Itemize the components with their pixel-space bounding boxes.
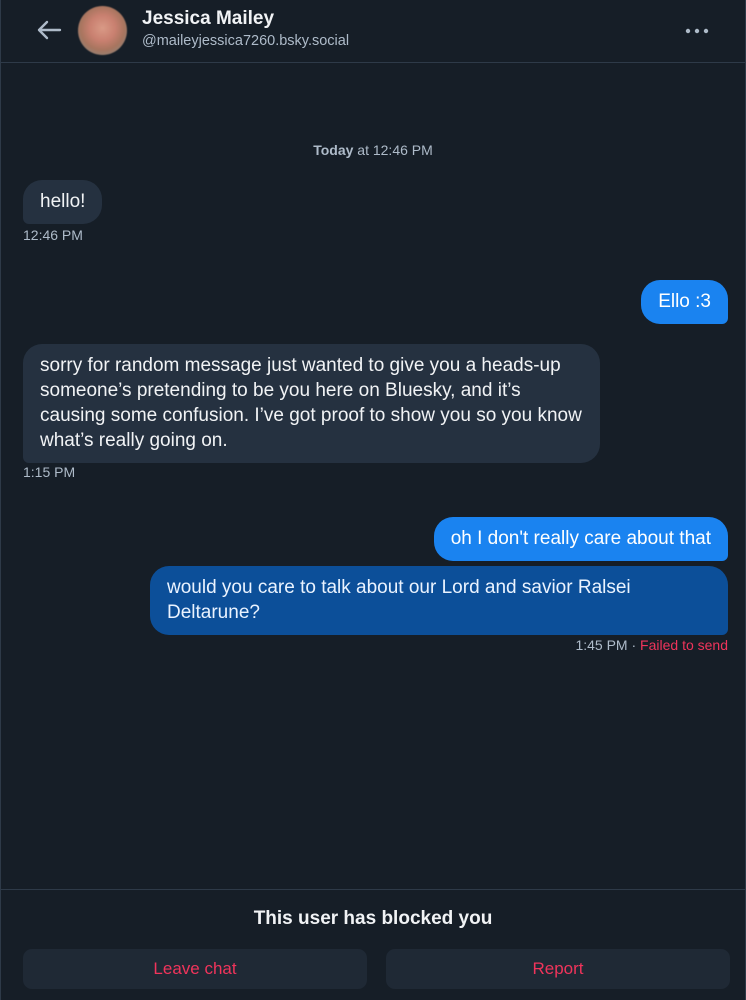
- contact-handle: @maileyjessica7260.bsky.social: [142, 33, 350, 49]
- avatar[interactable]: [78, 6, 127, 55]
- message-bubble-outgoing[interactable]: Ello :3: [641, 280, 728, 324]
- report-button[interactable]: Report: [386, 949, 730, 989]
- message-bubble-failed[interactable]: would you care to talk about our Lord an…: [150, 566, 728, 635]
- date-separator-day: Today: [313, 142, 354, 158]
- status-separator: ·: [627, 637, 641, 653]
- arrow-left-icon: [37, 20, 62, 40]
- message-timestamp: 1:15 PM: [23, 464, 76, 480]
- message-bubble-outgoing[interactable]: oh I don't really care about that: [433, 517, 728, 561]
- message-timestamp: 12:46 PM: [23, 227, 83, 243]
- message-bubble-incoming[interactable]: hello!: [23, 180, 103, 224]
- contact-name[interactable]: Jessica Mailey: [142, 8, 274, 30]
- date-separator: Today at 12:46 PM: [1, 142, 745, 158]
- blocked-footer: This user has blocked you Leave chat Rep…: [1, 889, 745, 1000]
- blocked-notice: This user has blocked you: [253, 908, 493, 929]
- chat-screen: Jessica Mailey @maileyjessica7260.bsky.s…: [0, 0, 746, 1000]
- failed-to-send-status[interactable]: Failed to send: [640, 637, 728, 653]
- message-bubble-incoming[interactable]: sorry for random message just wanted to …: [23, 344, 600, 463]
- leave-chat-button[interactable]: Leave chat: [23, 949, 367, 989]
- message-status-line: 1:45 PM · Failed to send: [575, 637, 728, 653]
- more-horizontal-icon: [685, 28, 709, 34]
- chat-header: Jessica Mailey @maileyjessica7260.bsky.s…: [1, 0, 745, 63]
- date-separator-time: at 12:46 PM: [353, 142, 433, 158]
- message-timestamp: 1:45 PM: [575, 637, 628, 653]
- more-options-button[interactable]: [679, 18, 715, 44]
- back-button[interactable]: [31, 14, 67, 46]
